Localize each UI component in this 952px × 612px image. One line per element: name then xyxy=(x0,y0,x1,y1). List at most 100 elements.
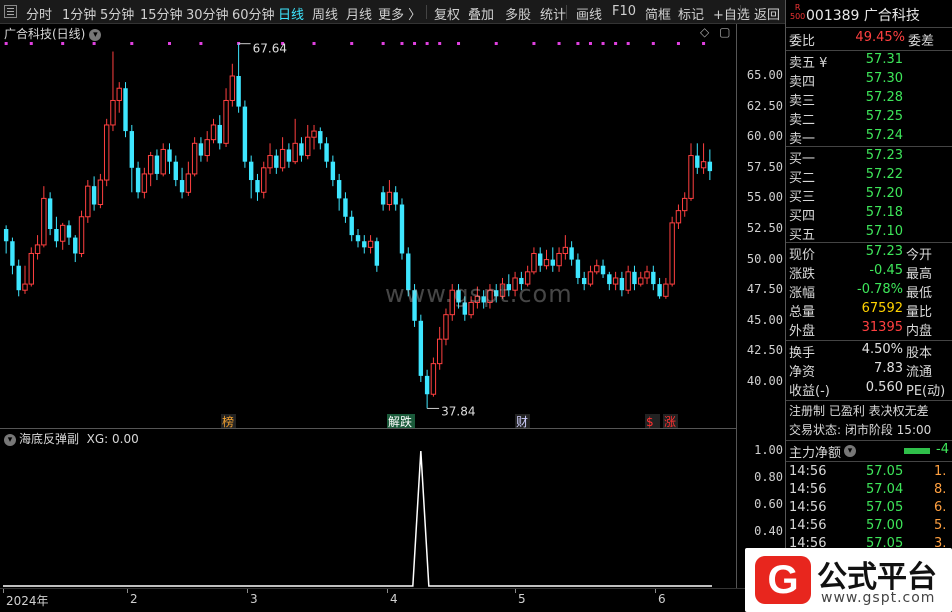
candle-body xyxy=(675,210,682,224)
ask-price: 57.31 xyxy=(865,52,903,67)
candle-body xyxy=(123,88,128,132)
ratio-value: 49.45% xyxy=(855,30,905,45)
quote-label2: 今开 xyxy=(906,248,933,263)
candle-body xyxy=(657,284,662,297)
candle-body xyxy=(436,338,443,365)
bid-label: 买五 xyxy=(789,228,816,243)
date-tick xyxy=(515,589,516,593)
tick-price: 57.04 xyxy=(866,482,904,497)
ask-row: 卖五 ¥ 57.31 xyxy=(786,52,952,71)
candlestick-chart[interactable]: 67.64 37.84 榜 解跌 财 $ 涨 xyxy=(0,0,737,588)
candle-body xyxy=(669,222,675,285)
candle-body xyxy=(154,155,160,174)
candle-body xyxy=(587,271,594,285)
candle-body xyxy=(179,180,185,193)
bid-label: 买四 xyxy=(789,209,816,224)
date-label: 6 xyxy=(658,592,666,606)
candle-body xyxy=(374,241,380,266)
quote-panel: R 500 001389 广合科技 委比 49.45% 委差 卖五 ¥ 57.31… xyxy=(785,0,952,612)
bid-price: 57.10 xyxy=(865,224,903,239)
candle-body xyxy=(204,139,210,157)
candle-body xyxy=(210,124,217,141)
logo-g-icon: G xyxy=(755,556,811,604)
stat-label: 收益(-) xyxy=(789,384,830,399)
ask-row: 卖二 57.25 xyxy=(786,109,952,128)
signal-dot xyxy=(425,42,429,45)
candle-body xyxy=(600,265,606,275)
candle-body xyxy=(424,375,430,395)
tick-time: 14:56 xyxy=(789,464,827,479)
indicator-tick: 0.40 xyxy=(754,524,783,538)
signal-dot xyxy=(576,42,580,45)
candle-body xyxy=(299,143,304,156)
quote-label2: 量比 xyxy=(906,305,933,320)
candle-body xyxy=(386,191,393,206)
candle-body xyxy=(569,247,574,260)
candles xyxy=(3,43,713,409)
signal-dot xyxy=(651,42,655,45)
price-tick: 60.00 xyxy=(746,129,783,144)
quote-row: 涨幅 -0.78% 最低 xyxy=(786,282,952,301)
bid-price: 57.20 xyxy=(865,186,903,201)
candle-body xyxy=(619,277,625,291)
stock-header: R 500 001389 广合科技 xyxy=(786,0,952,28)
bid-row: 买二 57.22 xyxy=(786,167,952,186)
candle-body xyxy=(305,136,311,157)
candle-body xyxy=(318,131,323,144)
candle-body xyxy=(700,161,707,169)
ask-row: 卖四 57.30 xyxy=(786,71,952,90)
price-tick: 42.50 xyxy=(746,343,783,358)
candle-body xyxy=(695,155,700,168)
bid-label: 买三 xyxy=(789,190,816,205)
toolbar-separator xyxy=(740,5,741,19)
candle-body xyxy=(607,274,612,285)
bid-price: 57.23 xyxy=(865,148,903,163)
date-label: 2 xyxy=(130,592,138,606)
stock-code-name[interactable]: 001389 广合科技 xyxy=(806,5,920,25)
watermark-text: www.gspt.com xyxy=(385,280,573,308)
candle-body xyxy=(367,240,374,248)
trade-status: 交易状态: 闭市阶段 15:00 xyxy=(786,421,952,440)
quote-label: 涨跌 xyxy=(789,267,816,282)
low-marker-label: 37.84 xyxy=(441,404,475,418)
candle-body xyxy=(103,124,110,181)
tick-price: 57.05 xyxy=(866,500,904,515)
candle-body xyxy=(688,155,694,199)
tick-volume: 8. xyxy=(934,482,947,497)
chevron-down-icon[interactable]: ▾ xyxy=(4,433,16,446)
candle-body xyxy=(279,148,286,169)
candle-body xyxy=(129,131,135,168)
toolbar-item[interactable]: 返回 xyxy=(754,4,780,23)
price-tick: 65.00 xyxy=(746,68,783,82)
tick-row: 14:56 57.04 8. xyxy=(786,482,952,500)
price-tick: 40.00 xyxy=(746,374,783,388)
signal-dot xyxy=(614,42,618,45)
status-flags-text: 注册制 已盈利 表决权无差 xyxy=(789,404,929,418)
candle-body xyxy=(47,198,53,229)
ask-label: 卖一 xyxy=(789,132,816,147)
signal-dot xyxy=(413,42,417,45)
date-tick xyxy=(387,589,388,593)
candle-body xyxy=(22,283,28,291)
bid-row: 买四 57.18 xyxy=(786,205,952,224)
candle-body xyxy=(217,124,222,144)
main-force-row: 主力净额 ▾ -4 xyxy=(786,442,952,461)
tick-volume: 5. xyxy=(934,518,947,533)
signal-dot xyxy=(626,42,630,45)
candle-body xyxy=(167,149,172,162)
signal-dot xyxy=(532,42,536,45)
quote-value: -0.45 xyxy=(869,263,903,278)
main-force-value: -4 xyxy=(936,442,949,457)
signal-dot xyxy=(29,42,33,45)
date-tick xyxy=(655,589,656,593)
date-tick xyxy=(3,589,4,593)
candle-body xyxy=(393,192,398,205)
chevron-down-icon[interactable]: ▾ xyxy=(844,445,856,457)
candle-body xyxy=(34,244,41,254)
date-label: 2024年 xyxy=(6,594,49,608)
price-tick: 47.50 xyxy=(746,282,783,297)
ask-price: 57.24 xyxy=(865,128,903,143)
r-badge: R 500 xyxy=(790,3,805,21)
main-force-bar xyxy=(904,448,930,454)
bid-row: 买五 57.10 xyxy=(786,224,952,243)
